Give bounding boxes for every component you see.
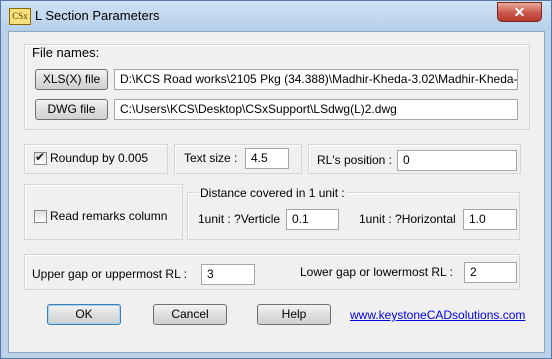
horizontal-label: 1unit : ?Horizontal [359, 212, 456, 226]
remarks-label[interactable]: Read remarks column [50, 209, 167, 223]
dwg-file-button[interactable]: DWG file [35, 99, 108, 120]
close-button[interactable]: ✕ [497, 2, 542, 22]
lower-gap-label: Lower gap or lowermost RL : [300, 265, 453, 279]
distance-label: Distance covered in 1 unit : [198, 186, 347, 200]
help-button[interactable]: Help [257, 304, 331, 325]
xls-path-field[interactable]: D:\KCS Road works\2105 Pkg (34.388)\Madh… [114, 69, 518, 90]
text-size-input[interactable]: 4.5 [245, 148, 289, 169]
website-link[interactable]: www.keystoneCADsolutions.com [350, 308, 525, 322]
xls-file-button[interactable]: XLS(X) file [35, 69, 108, 90]
dialog-client: File names: XLS(X) file D:\KCS Road work… [8, 31, 545, 353]
cancel-button[interactable]: Cancel [153, 304, 227, 325]
upper-gap-input[interactable]: 3 [201, 264, 255, 285]
lower-gap-input[interactable]: 2 [464, 262, 517, 283]
checkmark-icon: ✔ [35, 150, 46, 164]
remarks-checkbox[interactable] [34, 210, 47, 223]
vertical-input[interactable]: 0.1 [286, 209, 339, 230]
horizontal-input[interactable]: 1.0 [463, 209, 517, 230]
ok-button[interactable]: OK [47, 304, 121, 325]
file-names-label: File names: [32, 45, 100, 60]
app-icon: CSx [9, 8, 31, 25]
roundup-label[interactable]: Roundup by 0.005 [50, 151, 148, 165]
window-title: L Section Parameters [35, 8, 160, 23]
title-bar[interactable]: CSx L Section Parameters ✕ [1, 1, 551, 31]
rl-position-label: RL's position : [317, 153, 392, 167]
upper-gap-label: Upper gap or uppermost RL : [32, 267, 187, 281]
vertical-label: 1unit : ?Verticle [198, 212, 281, 226]
roundup-checkbox[interactable]: ✔ [34, 150, 47, 165]
close-icon: ✕ [513, 4, 526, 20]
text-size-label: Text size : [184, 151, 238, 165]
dialog-window: CSx L Section Parameters ✕ File names: X… [0, 0, 552, 359]
rl-position-input[interactable]: 0 [397, 150, 517, 171]
dwg-path-field[interactable]: C:\Users\KCS\Desktop\CSxSupport\LSdwg(L)… [114, 99, 518, 120]
